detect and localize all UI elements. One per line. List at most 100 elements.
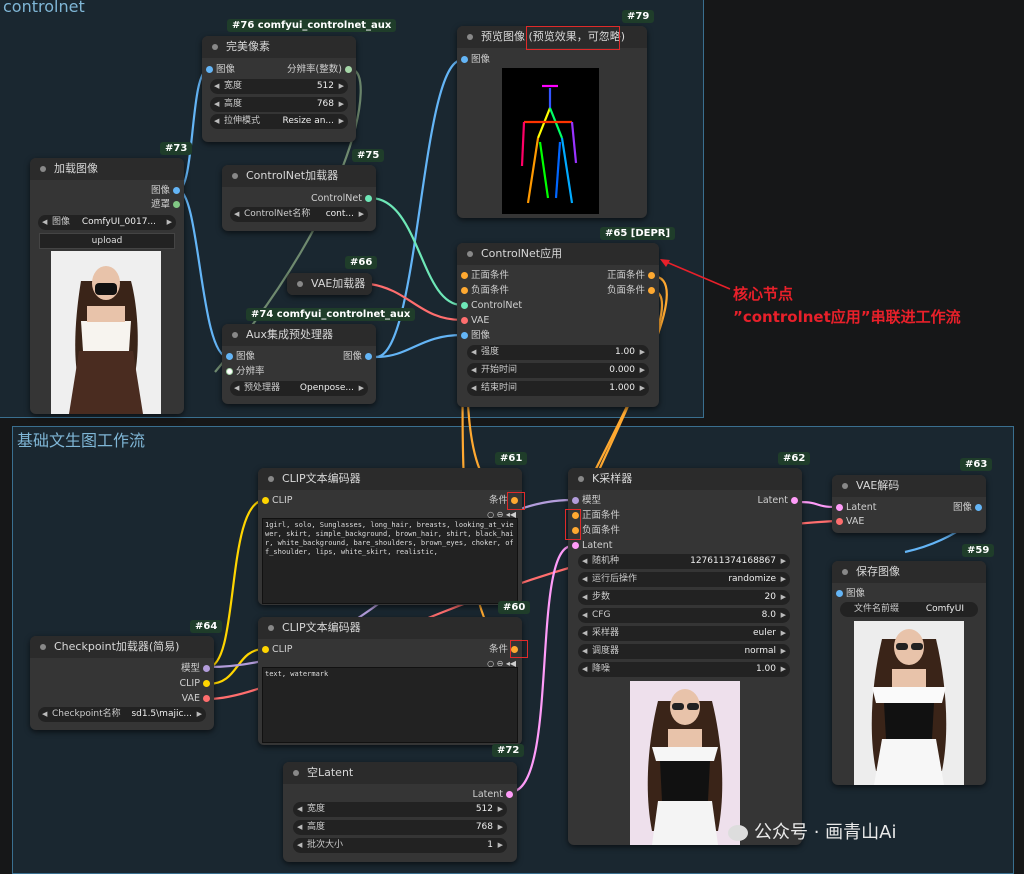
- cfg-widget[interactable]: ◀ CFG 8.0 ▶: [578, 608, 790, 623]
- node-aux-preprocessor[interactable]: Aux集成预处理器 图像 图像 分辨率 ◀ 预处理器 Openpose... ▶: [222, 324, 376, 404]
- node-badge: #73: [160, 142, 193, 155]
- node-header[interactable]: ControlNet应用: [457, 243, 659, 265]
- image-select-widget[interactable]: ◀ 图像 ComfyUI_0017... ▶: [38, 215, 176, 230]
- input-clip[interactable]: CLIP: [262, 643, 293, 657]
- input-negative[interactable]: 负面条件: [461, 284, 509, 298]
- negative-prompt-textarea[interactable]: text, watermark: [262, 667, 518, 743]
- node-header[interactable]: VAE解码: [832, 475, 986, 497]
- node-badge: #59: [962, 544, 995, 557]
- node-clip-text-encode-positive[interactable]: CLIP文本编码器 CLIP 条件 ○ ⊖ ◂◀ 1girl, solo, Su…: [258, 468, 522, 605]
- seed-widget[interactable]: ◀ 随机种 127611374168867 ▶: [578, 554, 790, 569]
- node-load-image[interactable]: 加载图像 图像 遮罩 ◀ 图像 ComfyUI_0017... ▶ upload: [30, 158, 184, 414]
- collapse-dot-icon[interactable]: [268, 625, 274, 631]
- upload-button[interactable]: upload: [39, 233, 175, 249]
- node-header[interactable]: Checkpoint加载器(简易): [30, 636, 214, 658]
- preprocessor-widget[interactable]: ◀ 预处理器 Openpose... ▶: [230, 381, 368, 396]
- node-ksampler[interactable]: K采样器 模型 Latent 正面条件 负面条件 Latent ◀ 随机种 1276…: [568, 468, 802, 845]
- input-latent[interactable]: Latent: [572, 539, 612, 553]
- output-image[interactable]: 图像: [953, 501, 982, 515]
- resize-mode-widget[interactable]: ◀ 拉伸模式 Resize an... ▶: [210, 114, 348, 129]
- input-clip[interactable]: CLIP: [262, 494, 293, 508]
- node-header[interactable]: VAE加载器: [287, 273, 372, 295]
- steps-widget[interactable]: ◀ 步数 20 ▶: [578, 590, 790, 605]
- output-clip[interactable]: CLIP: [180, 677, 210, 691]
- width-widget[interactable]: ◀ 宽度 512 ▶: [293, 802, 507, 817]
- output-image[interactable]: 图像: [343, 350, 372, 364]
- input-image[interactable]: 图像: [226, 350, 255, 364]
- node-header[interactable]: ControlNet加载器: [222, 165, 376, 187]
- input-positive[interactable]: 正面条件: [461, 269, 509, 283]
- node-checkpoint-loader[interactable]: Checkpoint加载器(简易) 模型 CLIP VAE ◀ Checkpoin…: [30, 636, 214, 730]
- filename-prefix-widget[interactable]: 文件名前缀 ComfyUI: [840, 602, 978, 617]
- collapse-dot-icon[interactable]: [842, 569, 848, 575]
- output-positive[interactable]: 正面条件: [607, 269, 655, 283]
- output-latent[interactable]: Latent: [473, 788, 513, 802]
- output-resolution[interactable]: 分辨率(整数): [287, 63, 352, 77]
- input-image[interactable]: 图像: [206, 63, 235, 77]
- height-widget[interactable]: ◀ 高度 768 ▶: [293, 820, 507, 835]
- node-save-image[interactable]: 保存图像 图像 文件名前缀 ComfyUI: [832, 561, 986, 785]
- output-mask[interactable]: 遮罩: [151, 198, 180, 212]
- node-badge: #63: [960, 458, 993, 471]
- input-image[interactable]: 图像: [461, 329, 490, 343]
- collapse-dot-icon[interactable]: [212, 44, 218, 50]
- node-header[interactable]: 加载图像: [30, 158, 184, 180]
- output-controlnet[interactable]: ControlNet: [311, 192, 372, 206]
- denoise-widget[interactable]: ◀ 降噪 1.00 ▶: [578, 662, 790, 677]
- scheduler-widget[interactable]: ◀ 调度器 normal ▶: [578, 644, 790, 659]
- output-model[interactable]: 模型: [181, 662, 210, 676]
- node-vae-decode[interactable]: VAE解码 Latent 图像 VAE: [832, 475, 986, 533]
- input-image[interactable]: 图像: [461, 53, 490, 67]
- height-widget[interactable]: ◀ 高度 768 ▶: [210, 97, 348, 112]
- pose-skeleton-icon: [520, 84, 578, 204]
- end-percent-widget[interactable]: ◀ 结束时间 1.000 ▶: [467, 381, 649, 396]
- output-negative[interactable]: 负面条件: [607, 284, 655, 298]
- collapse-dot-icon[interactable]: [467, 251, 473, 257]
- collapse-dot-icon[interactable]: [268, 476, 274, 482]
- node-header[interactable]: K采样器: [568, 468, 802, 490]
- collapse-dot-icon[interactable]: [467, 34, 473, 40]
- node-header[interactable]: Aux集成预处理器: [222, 324, 376, 346]
- input-latent[interactable]: Latent: [836, 501, 876, 515]
- width-widget[interactable]: ◀ 宽度 512 ▶: [210, 79, 348, 94]
- input-controlnet[interactable]: ControlNet: [461, 299, 522, 313]
- collapse-dot-icon[interactable]: [297, 281, 303, 287]
- input-image[interactable]: 图像: [836, 587, 865, 601]
- output-image[interactable]: 图像: [151, 184, 180, 198]
- input-vae[interactable]: VAE: [836, 515, 864, 529]
- input-resolution[interactable]: 分辨率: [226, 365, 265, 379]
- strength-widget[interactable]: ◀ 强度 1.00 ▶: [467, 345, 649, 360]
- node-header[interactable]: CLIP文本编码器: [258, 617, 522, 639]
- node-clip-text-encode-negative[interactable]: CLIP文本编码器 CLIP 条件 ○ ⊖ ◂◀ text, watermark: [258, 617, 522, 745]
- node-controlnet-loader[interactable]: ControlNet加载器 ControlNet ◀ ControlNet名称 co…: [222, 165, 376, 231]
- collapse-dot-icon[interactable]: [842, 483, 848, 489]
- positive-prompt-textarea[interactable]: 1girl, solo, Sunglasses, long_hair, brea…: [262, 518, 518, 604]
- node-vae-loader[interactable]: VAE加载器: [287, 273, 372, 295]
- output-latent[interactable]: Latent: [758, 494, 798, 508]
- batch-size-widget[interactable]: ◀ 批次大小 1 ▶: [293, 838, 507, 853]
- collapse-dot-icon[interactable]: [40, 644, 46, 650]
- control-after-generate-widget[interactable]: ◀ 运行后操作 randomize ▶: [578, 572, 790, 587]
- node-title: Aux集成预处理器: [246, 328, 334, 341]
- collapse-dot-icon[interactable]: [40, 166, 46, 172]
- input-vae[interactable]: VAE: [461, 314, 489, 328]
- node-header[interactable]: 空Latent: [283, 762, 517, 784]
- collapse-dot-icon[interactable]: [232, 332, 238, 338]
- output-vae[interactable]: VAE: [182, 692, 210, 706]
- node-header[interactable]: CLIP文本编码器: [258, 468, 522, 490]
- node-perfect-pixel[interactable]: 完美像素 图像 分辨率(整数) ◀ 宽度 512 ▶ ◀ 高度 768 ▶ ◀ 拉伸模式 Res…: [202, 36, 356, 142]
- checkpoint-name-widget[interactable]: ◀ Checkpoint名称 sd1.5\majic... ▶: [38, 707, 206, 722]
- collapse-dot-icon[interactable]: [293, 770, 299, 776]
- input-model[interactable]: 模型: [572, 494, 601, 508]
- start-percent-widget[interactable]: ◀ 开始时间 0.000 ▶: [467, 363, 649, 378]
- sampler-widget[interactable]: ◀ 采样器 euler ▶: [578, 626, 790, 641]
- collapse-dot-icon[interactable]: [232, 173, 238, 179]
- node-empty-latent[interactable]: 空Latent Latent ◀ 宽度 512 ▶ ◀ 高度 768 ▶ ◀ 批次大小 1 ▶: [283, 762, 517, 862]
- node-header[interactable]: 保存图像: [832, 561, 986, 583]
- node-controlnet-apply[interactable]: ControlNet应用 正面条件 正面条件 负面条件 负面条件 Control…: [457, 243, 659, 407]
- wechat-icon: [728, 825, 748, 841]
- node-header[interactable]: 完美像素: [202, 36, 356, 58]
- collapse-dot-icon[interactable]: [578, 476, 584, 482]
- node-preview-image[interactable]: 预览图像 (预览效果，可忽略) 图像: [457, 26, 647, 218]
- controlnet-name-widget[interactable]: ◀ ControlNet名称 cont... ▶: [230, 207, 368, 222]
